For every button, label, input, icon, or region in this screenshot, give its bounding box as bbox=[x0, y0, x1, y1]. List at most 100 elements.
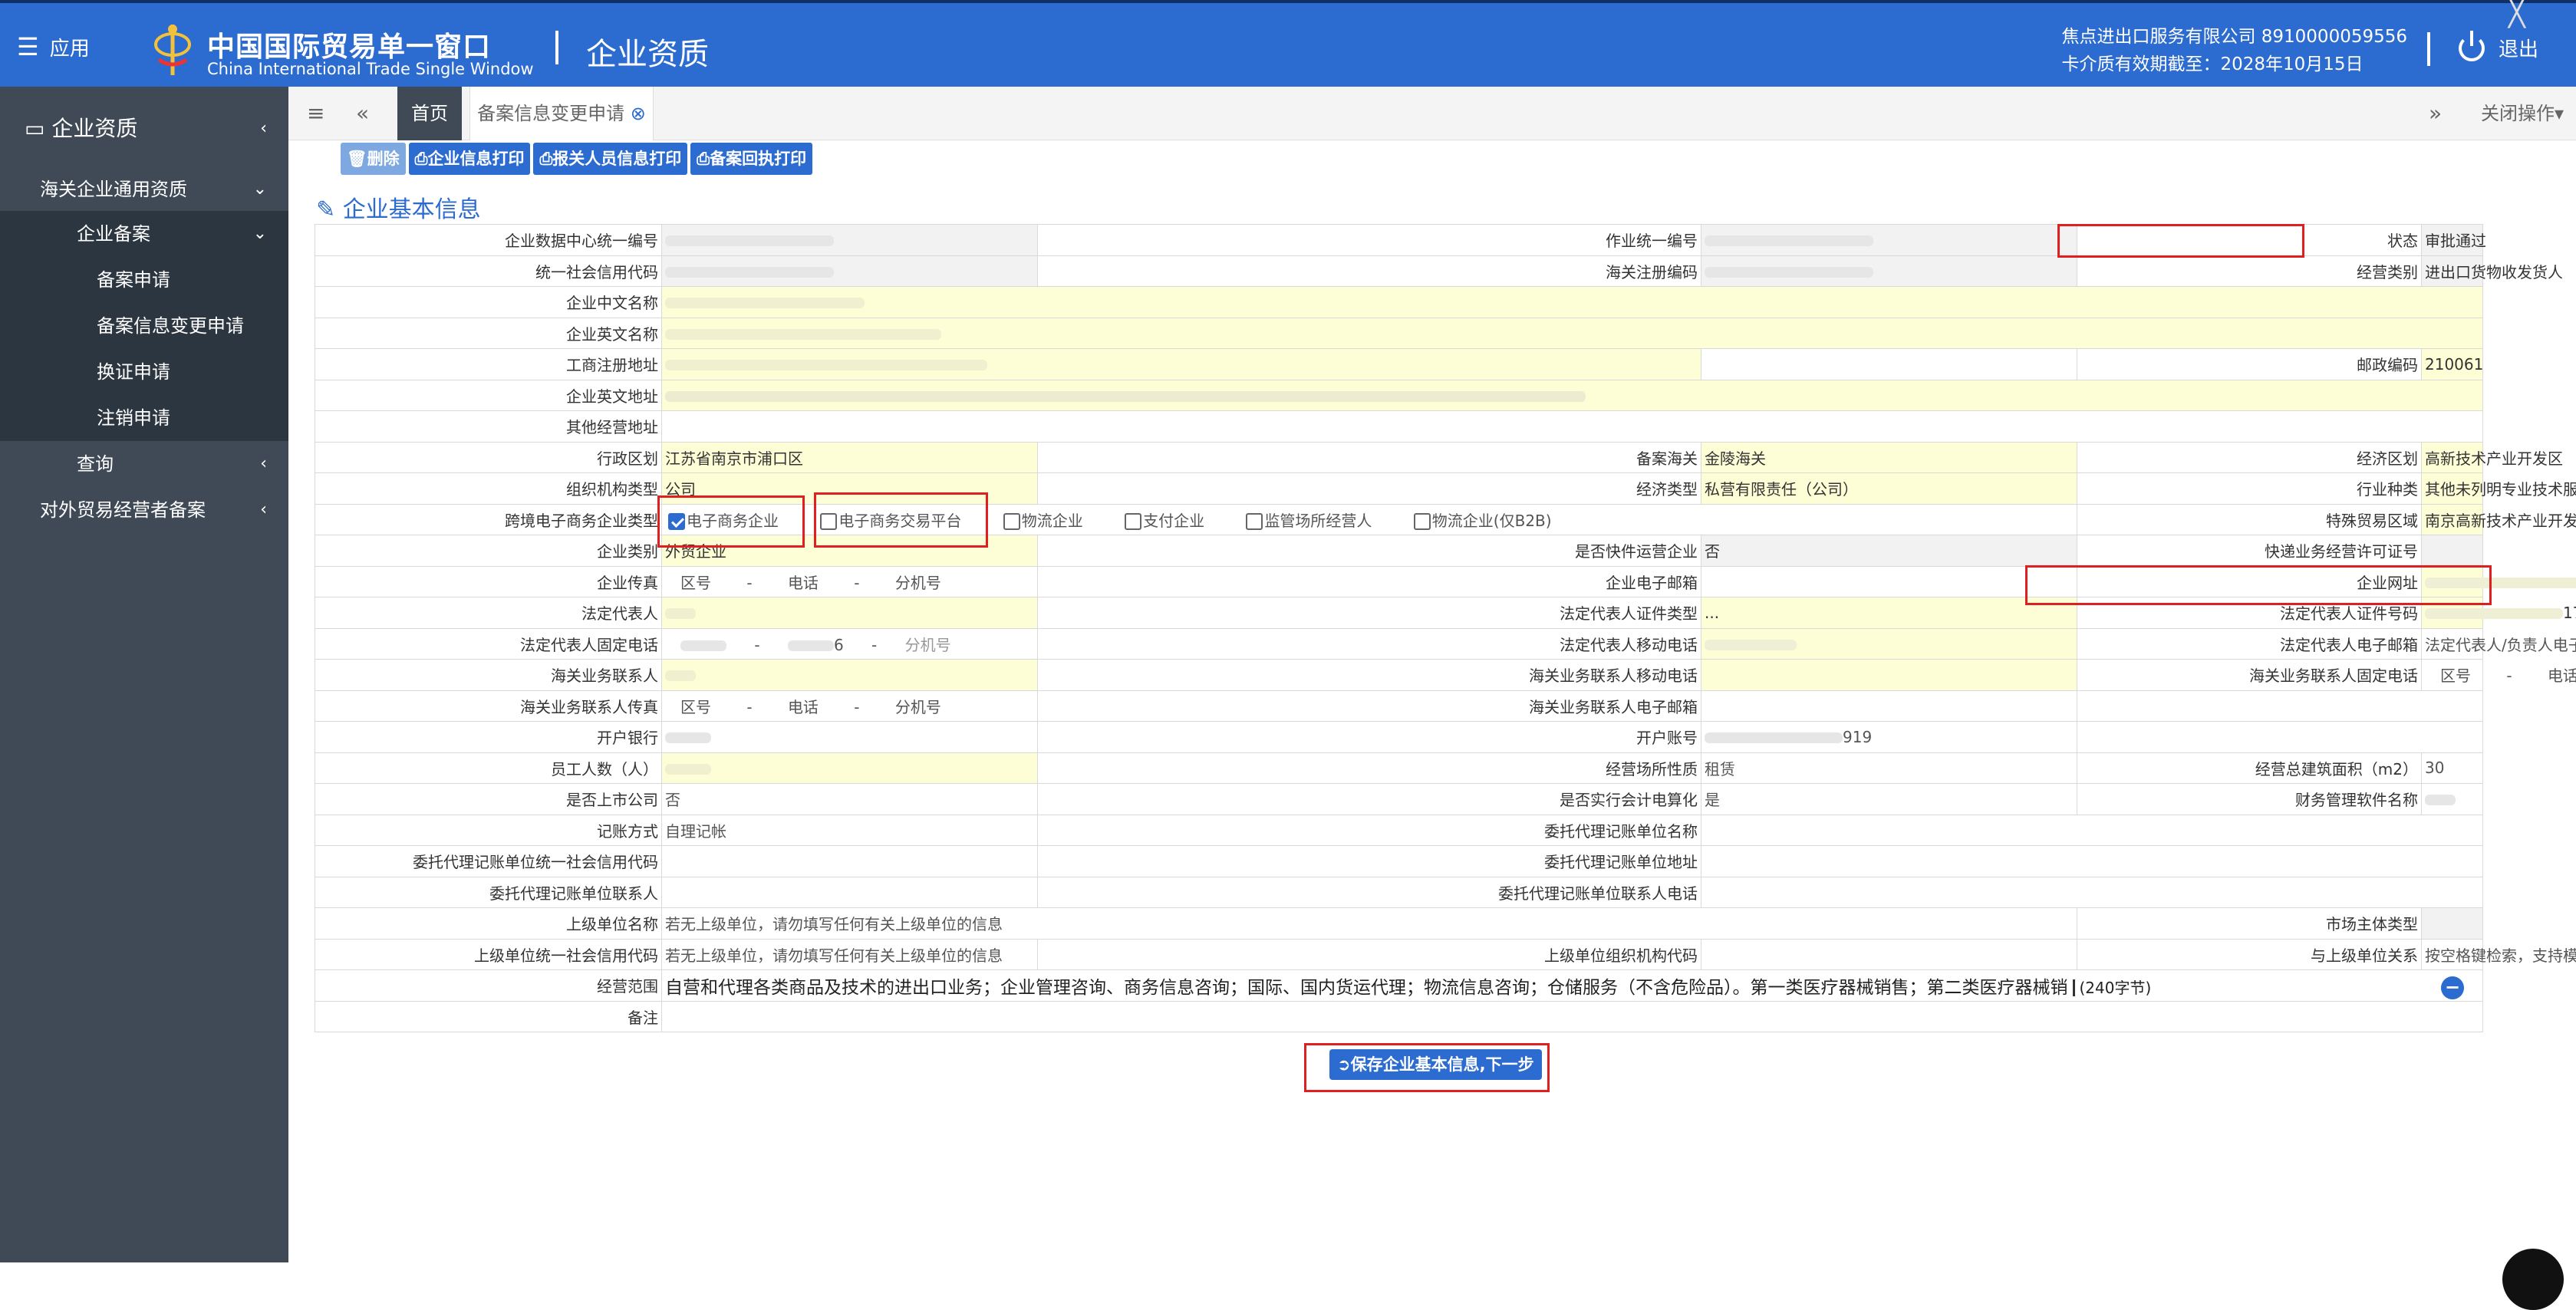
print-company-button[interactable]: ⎙企业信息打印 bbox=[408, 143, 531, 175]
form-row: 员工人数（人） 经营场所性质 租赁 经营总建筑面积（m2） 30 bbox=[315, 752, 2483, 784]
field-email[interactable] bbox=[1701, 565, 2077, 597]
sidebar-item-enterprise-record[interactable]: 企业备案 ⌄ bbox=[0, 211, 288, 257]
ec-option-payment[interactable]: 支付企业 bbox=[1125, 509, 1204, 531]
edit-icon: ✎ bbox=[316, 196, 336, 223]
close-circle-icon[interactable]: ⊗ bbox=[631, 103, 646, 124]
field-econ-zone[interactable]: 高新技术产业开发区 bbox=[2421, 441, 2563, 473]
field-market-type[interactable] bbox=[2421, 907, 2483, 940]
field-premises[interactable]: 租赁 bbox=[1701, 752, 2077, 784]
close-icon[interactable]: ╳ bbox=[2508, 0, 2525, 28]
form-row: 开户银行 开户账号 919 bbox=[315, 721, 2483, 753]
field-parent-name[interactable]: 若无上级单位，请勿填写任何有关上级单位的信息 bbox=[661, 907, 2077, 940]
field-area[interactable]: 30 bbox=[2421, 752, 2483, 784]
logout-button[interactable]: 退出 bbox=[2459, 30, 2538, 62]
ec-option-supervision[interactable]: 监管场所经营人 bbox=[1246, 509, 1372, 531]
sidebar-item-customs-qualification[interactable]: 海关企业通用资质 ⌄ bbox=[0, 168, 288, 211]
sidebar-item-renewal[interactable]: 换证申请 bbox=[0, 349, 288, 395]
close-operations-menu[interactable]: 关闭操作▾ bbox=[2481, 87, 2564, 140]
double-chevron-right-icon[interactable]: » bbox=[2429, 87, 2442, 140]
field-cn-name[interactable] bbox=[661, 286, 2483, 318]
checkbox[interactable] bbox=[1125, 513, 1142, 531]
field-special-zone[interactable]: 南京高新技术产业开发区 bbox=[2421, 503, 2576, 535]
sidebar-item-cancel[interactable]: 注销申请 bbox=[0, 395, 288, 441]
field-industry[interactable]: 其他未列明专业技术服务业 bbox=[2421, 472, 2576, 505]
field-scope[interactable]: 自营和代理各类商品及技术的进出口业务；企业管理咨询、商务信息咨询；国际、国内货运… bbox=[661, 969, 2483, 1002]
sidebar-header[interactable]: ▭ 企业资质 ‹ bbox=[0, 110, 288, 148]
ec-option-logistics-b2b[interactable]: 物流企业(仅B2B) bbox=[1413, 509, 1552, 531]
print-declarant-button[interactable]: ⎙报关人员信息打印 bbox=[533, 143, 688, 175]
collapse-minus-icon[interactable]: − bbox=[2441, 976, 2464, 999]
field-agent-name[interactable] bbox=[1701, 814, 2483, 846]
field-customs-reg[interactable] bbox=[1701, 255, 2077, 287]
placeholder-area: 区号 bbox=[2440, 667, 2471, 686]
field-express-lic[interactable] bbox=[2421, 535, 2483, 567]
field-bank[interactable] bbox=[661, 721, 1038, 753]
field-job-code[interactable] bbox=[1701, 224, 2077, 256]
app-menu-button[interactable]: ☰ 应用 bbox=[17, 32, 90, 61]
tab-record-change[interactable]: 备案信息变更申请 ⊗ bbox=[469, 87, 654, 140]
label-fax: 企业传真 bbox=[315, 565, 662, 597]
dash: - bbox=[871, 635, 878, 654]
field-other-addr[interactable] bbox=[661, 410, 2483, 443]
field-remark[interactable] bbox=[661, 1000, 2483, 1032]
checkbox[interactable] bbox=[1413, 513, 1431, 531]
checkbox[interactable] bbox=[1003, 513, 1020, 531]
field-computerized[interactable]: 是 bbox=[1701, 783, 2077, 815]
field-postcode[interactable]: 210061 bbox=[2421, 348, 2483, 380]
field-econ-type[interactable]: 私营有限责任（公司） bbox=[1701, 472, 2077, 505]
label-contact: 海关业务联系人 bbox=[315, 659, 662, 691]
field-center-code[interactable] bbox=[661, 224, 1038, 256]
field-fin-software[interactable] bbox=[2421, 783, 2483, 815]
save-next-button[interactable]: ➲保存企业基本信息,下一步 bbox=[1329, 1049, 1542, 1080]
field-contact-fax[interactable]: 区号 - 电话 - 分机号 bbox=[661, 690, 1038, 722]
label-customs-reg: 海关注册编码 bbox=[1037, 255, 1701, 287]
double-chevron-left-icon[interactable]: « bbox=[356, 87, 369, 140]
field-rec-customs[interactable]: 金陵海关 bbox=[1701, 441, 2077, 473]
dash: - bbox=[746, 697, 753, 716]
field-contact-email[interactable] bbox=[1701, 690, 2077, 722]
checkbox[interactable] bbox=[1246, 513, 1263, 531]
field-agent-phone[interactable] bbox=[1701, 876, 2483, 908]
sidebar-item-record-change[interactable]: 备案信息变更申请 bbox=[0, 303, 288, 349]
label-agent-name: 委托代理记账单位名称 bbox=[1037, 814, 1701, 846]
field-agent-addr[interactable] bbox=[1701, 845, 2483, 877]
floating-circle[interactable] bbox=[2502, 1249, 2564, 1310]
field-contact-mobile[interactable] bbox=[1701, 659, 2077, 691]
field-parent-code[interactable]: 若无上级单位，请勿填写任何有关上级单位的信息 bbox=[661, 938, 1038, 970]
field-legal-tel[interactable]: - 6 - 分机号 bbox=[661, 627, 1038, 660]
field-parent-rel[interactable]: 按空格键检索，支持模糊查询 bbox=[2421, 938, 2576, 970]
form-row: 企业英文名称 bbox=[315, 317, 2483, 349]
field-legal-mobile[interactable] bbox=[1701, 627, 2077, 660]
sidebar-item-foreign-trade[interactable]: 对外贸易经营者备案 ‹ bbox=[0, 487, 288, 533]
field-contact-tel[interactable]: 区号 - 电话 - 分机号 bbox=[2421, 659, 2576, 691]
hamburger-icon[interactable]: ≡ bbox=[307, 87, 324, 140]
field-parent-org[interactable] bbox=[1701, 938, 2077, 970]
field-district[interactable]: 江苏省南京市浦口区 bbox=[661, 441, 1038, 473]
tab-home[interactable]: 首页 bbox=[397, 87, 462, 140]
field-legal-idtype[interactable]: ... bbox=[1701, 597, 2077, 629]
field-express[interactable]: 否 bbox=[1701, 535, 2077, 567]
label-legal-idtype: 法定代表人证件类型 bbox=[1037, 597, 1701, 629]
dash: - bbox=[754, 635, 760, 654]
sidebar-item-query[interactable]: 查询 ‹ bbox=[0, 441, 288, 487]
field-en-name[interactable] bbox=[661, 317, 2483, 349]
field-staff[interactable] bbox=[661, 752, 1038, 784]
delete-button[interactable]: 🗑删除 bbox=[341, 143, 406, 175]
field-bookkeeping[interactable]: 自理记帐 bbox=[661, 814, 1038, 846]
field-legal[interactable] bbox=[661, 597, 1038, 629]
field-legal-email[interactable]: 法定代表人/负责人电子邮箱 bbox=[2421, 627, 2576, 660]
field-biz-cat[interactable]: 进出口货物收发货人 bbox=[2421, 255, 2563, 287]
field-contact[interactable] bbox=[661, 659, 1038, 691]
sidebar-item-record-apply[interactable]: 备案申请 bbox=[0, 257, 288, 303]
field-fax[interactable]: 区号 - 电话 - 分机号 bbox=[661, 565, 1038, 597]
print-receipt-button[interactable]: ⎙备案回执打印 bbox=[690, 143, 813, 175]
field-en-addr[interactable] bbox=[661, 379, 2483, 411]
ec-option-logistics[interactable]: 物流企业 bbox=[1003, 509, 1083, 531]
field-credit-code[interactable] bbox=[661, 255, 1038, 287]
redacted-value bbox=[665, 390, 1586, 402]
field-listed[interactable]: 否 bbox=[661, 783, 1038, 815]
field-agent-code[interactable] bbox=[661, 845, 1038, 877]
field-account[interactable]: 919 bbox=[1701, 721, 2077, 753]
field-reg-addr[interactable] bbox=[661, 348, 1701, 380]
field-agent-contact[interactable] bbox=[661, 876, 1038, 908]
